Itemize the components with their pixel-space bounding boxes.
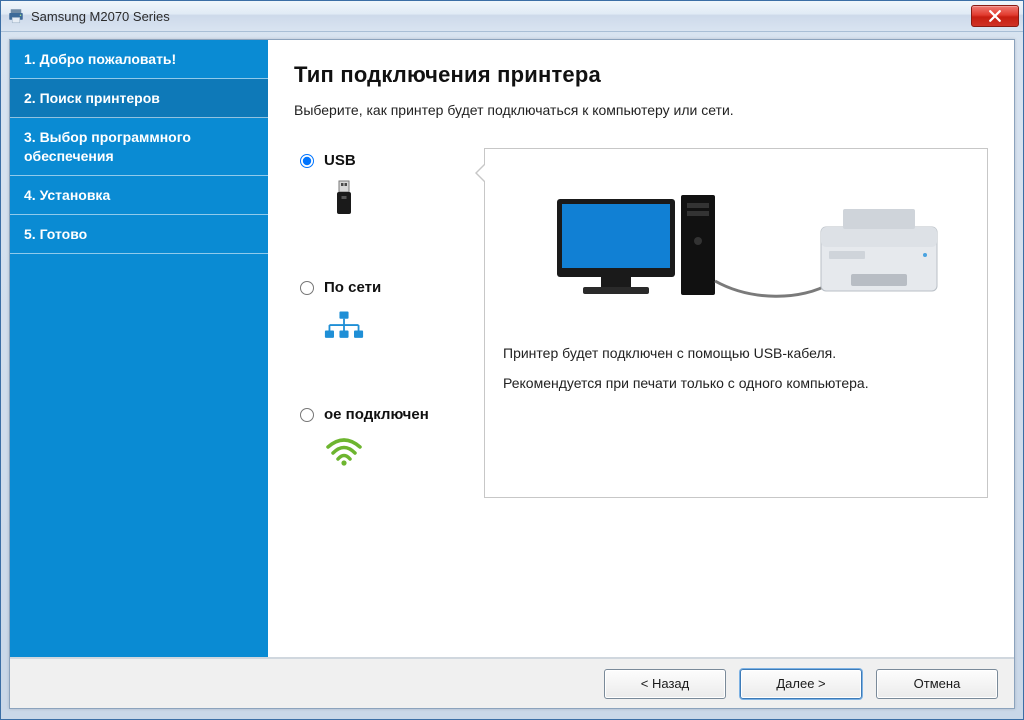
window: Samsung M2070 Series 1. Добро пожаловать… — [0, 0, 1024, 720]
detail-panel: Принтер будет подключен с помощью USB-ка… — [484, 148, 988, 498]
connection-options: USB — [294, 148, 484, 498]
option-wireless[interactable]: ое подключен — [294, 406, 484, 471]
page-title: Тип подключения принтера — [294, 62, 988, 88]
sidebar-step-done[interactable]: 5. Готово — [10, 215, 268, 254]
wifi-icon — [324, 434, 364, 470]
radio-network[interactable] — [300, 281, 314, 295]
titlebar: Samsung M2070 Series — [1, 1, 1023, 32]
main-panel: Тип подключения принтера Выберите, как п… — [268, 40, 1014, 657]
radio-usb[interactable] — [300, 154, 314, 168]
printer-icon — [7, 7, 25, 25]
detail-line-2: Рекомендуется при печати только с одного… — [503, 375, 969, 391]
next-button[interactable]: Далее > — [740, 669, 862, 699]
detail-line-1: Принтер будет подключен с помощью USB-ка… — [503, 345, 969, 361]
connection-illustration — [503, 181, 969, 321]
option-wireless-label: ое подключен — [324, 406, 429, 425]
sidebar-step-select-software[interactable]: 3. Выбор программного обеспечения — [10, 118, 268, 175]
page-subtitle: Выберите, как принтер будет подключаться… — [294, 102, 988, 118]
sidebar: 1. Добро пожаловать! 2. Поиск принтеров … — [10, 40, 268, 657]
option-network[interactable]: По сети — [294, 279, 484, 344]
cancel-button[interactable]: Отмена — [876, 669, 998, 699]
window-title: Samsung M2070 Series — [31, 9, 971, 24]
sidebar-step-install[interactable]: 4. Установка — [10, 176, 268, 215]
sidebar-step-welcome[interactable]: 1. Добро пожаловать! — [10, 40, 268, 79]
radio-wireless[interactable] — [300, 408, 314, 422]
back-button[interactable]: < Назад — [604, 669, 726, 699]
option-network-label: По сети — [324, 279, 381, 298]
close-button[interactable] — [971, 5, 1019, 27]
network-icon — [324, 308, 364, 344]
button-bar: < Назад Далее > Отмена — [10, 658, 1014, 708]
option-usb-label: USB — [324, 152, 356, 171]
usb-icon — [324, 181, 364, 217]
option-usb[interactable]: USB — [294, 152, 484, 217]
content-shell: 1. Добро пожаловать! 2. Поиск принтеров … — [9, 39, 1015, 709]
sidebar-step-search-printers[interactable]: 2. Поиск принтеров — [10, 79, 268, 118]
